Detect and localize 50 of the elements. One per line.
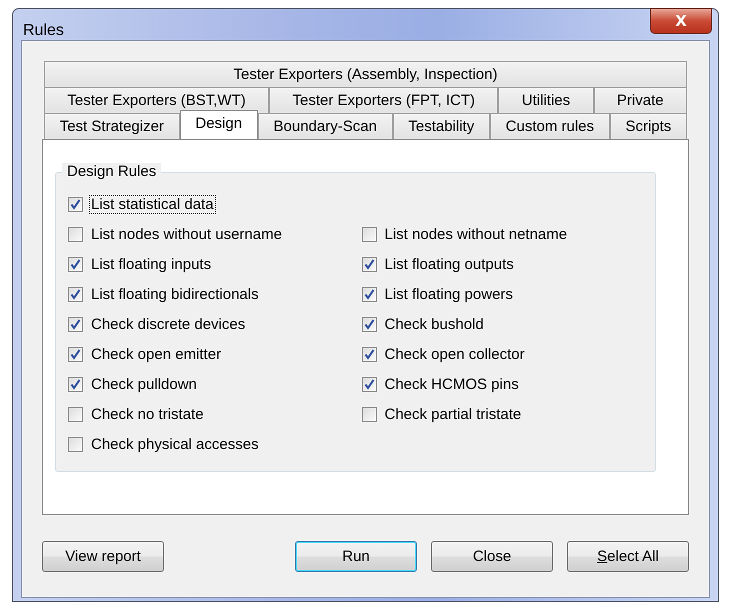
checkbox[interactable] bbox=[68, 287, 83, 302]
checkbox[interactable] bbox=[68, 347, 83, 362]
tab[interactable]: Test Strategizer bbox=[44, 113, 180, 139]
tab[interactable]: Testability bbox=[392, 113, 490, 139]
checkbox-label: Check bushold bbox=[384, 315, 485, 334]
checkbox[interactable] bbox=[68, 437, 83, 452]
checkbox[interactable] bbox=[362, 347, 376, 362]
checkbox[interactable] bbox=[362, 227, 376, 242]
tab[interactable]: Design bbox=[180, 110, 258, 139]
checkbox[interactable] bbox=[362, 377, 376, 392]
checkbox-label: List floating inputs bbox=[90, 255, 212, 274]
checkbox[interactable] bbox=[362, 407, 376, 422]
checkbox[interactable] bbox=[68, 197, 83, 212]
window-title: Rules bbox=[23, 22, 64, 40]
tab[interactable]: Scripts bbox=[610, 113, 688, 139]
tab[interactable]: Tester Exporters (FPT, ICT) bbox=[269, 87, 498, 113]
tab[interactable]: Private bbox=[594, 87, 687, 113]
checkbox-label: List nodes without username bbox=[90, 225, 283, 244]
checkbox-label: List floating powers bbox=[384, 285, 514, 304]
checkbox-label: Check no tristate bbox=[90, 405, 205, 424]
tab[interactable]: Boundary-Scan bbox=[258, 113, 393, 139]
checkbox-label: List nodes without netname bbox=[384, 225, 568, 244]
dialog-button[interactable]: Close bbox=[431, 540, 553, 572]
dialog-button[interactable]: View report bbox=[42, 540, 164, 572]
tab[interactable]: Custom rules bbox=[490, 113, 610, 139]
dialog-button[interactable]: Select All bbox=[567, 540, 689, 572]
tab[interactable]: Tester Exporters (Assembly, Inspection) bbox=[44, 61, 687, 87]
checkbox-label: List floating bidirectionals bbox=[90, 285, 260, 304]
checkbox-label: Check discrete devices bbox=[90, 315, 246, 334]
dialog-button[interactable]: Run bbox=[295, 540, 417, 572]
checkbox[interactable] bbox=[362, 317, 376, 332]
group-title: Design Rules bbox=[62, 163, 162, 180]
checkbox[interactable] bbox=[68, 227, 83, 242]
checkbox[interactable] bbox=[68, 317, 83, 332]
tab[interactable]: Utilities bbox=[498, 87, 594, 113]
checkbox[interactable] bbox=[362, 287, 376, 302]
tab[interactable]: Tester Exporters (BST,WT) bbox=[44, 87, 270, 113]
checkbox-label: List statistical data bbox=[89, 195, 216, 214]
checkbox[interactable] bbox=[68, 377, 83, 392]
checkbox-label: Check partial tristate bbox=[384, 405, 522, 424]
checkbox-label: Check physical accesses bbox=[90, 435, 260, 454]
checkbox[interactable] bbox=[68, 407, 83, 422]
checkbox-label: Check pulldown bbox=[90, 375, 198, 394]
checkbox-label: List floating outputs bbox=[384, 255, 515, 274]
checkbox-label: Check HCMOS pins bbox=[384, 375, 520, 394]
checkbox-label: Check open collector bbox=[384, 345, 526, 364]
checkbox-label: Check open emitter bbox=[90, 345, 222, 364]
checkbox[interactable] bbox=[362, 257, 376, 272]
window-close-button[interactable]: X bbox=[650, 8, 712, 34]
checkbox[interactable] bbox=[68, 257, 83, 272]
